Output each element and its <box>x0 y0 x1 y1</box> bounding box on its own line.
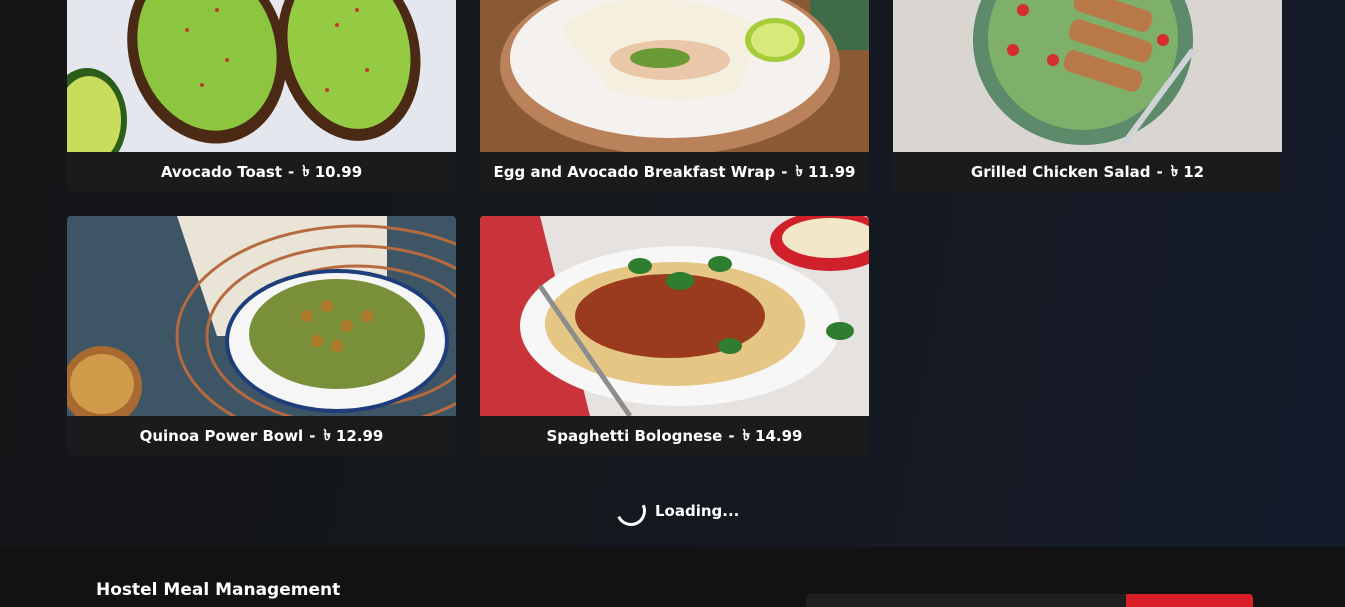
meal-caption: Egg and Avocado Breakfast Wrap - ৳ 11.99 <box>480 152 869 192</box>
avocado-toast-image <box>67 0 456 152</box>
meal-caption: Quinoa Power Bowl - ৳ 12.99 <box>67 416 456 456</box>
currency-symbol: ৳ <box>302 161 310 180</box>
loading-text: Loading... <box>655 502 740 520</box>
meal-separator: - <box>309 427 316 445</box>
newsletter-form <box>806 594 1253 607</box>
quinoa-bowl-image <box>67 216 456 416</box>
meal-price: 14.99 <box>755 427 803 445</box>
meal-caption: Avocado Toast - ৳ 10.99 <box>67 152 456 192</box>
currency-symbol: ৳ <box>323 425 331 444</box>
meal-card[interactable]: Egg and Avocado Breakfast Wrap - ৳ 11.99 <box>480 0 869 192</box>
newsletter-email-input[interactable] <box>806 594 1126 607</box>
meal-card[interactable]: Quinoa Power Bowl - ৳ 12.99 <box>67 216 456 456</box>
meal-separator: - <box>781 163 788 181</box>
breakfast-wrap-image <box>480 0 869 152</box>
footer-title: Hostel Meal Management <box>96 580 341 600</box>
meal-name: Quinoa Power Bowl <box>139 427 304 445</box>
main-content: Avocado Toast - ৳ 10.99 Egg and Avocado … <box>0 0 1345 547</box>
loading-indicator: Loading... <box>611 491 740 531</box>
meal-name: Spaghetti Bolognese <box>546 427 723 445</box>
meal-grid: Avocado Toast - ৳ 10.99 Egg and Avocado … <box>67 0 1282 460</box>
meal-caption: Grilled Chicken Salad - ৳ 12 <box>893 152 1282 192</box>
meal-separator: - <box>288 163 295 181</box>
chicken-salad-image <box>893 0 1282 152</box>
meal-price: 12 <box>1183 163 1205 181</box>
meal-name: Egg and Avocado Breakfast Wrap <box>493 163 776 181</box>
meal-card[interactable]: Avocado Toast - ৳ 10.99 <box>67 0 456 192</box>
meal-price: 12.99 <box>335 427 384 445</box>
currency-symbol: ৳ <box>795 161 803 180</box>
currency-symbol: ৳ <box>742 425 751 444</box>
currency-symbol: ৳ <box>1170 161 1179 180</box>
newsletter-submit-button[interactable] <box>1126 594 1253 607</box>
meal-price: 10.99 <box>314 163 363 181</box>
meal-separator: - <box>1156 163 1163 181</box>
meal-name: Grilled Chicken Salad <box>970 163 1151 181</box>
meal-name: Avocado Toast <box>160 163 283 181</box>
meal-price: 11.99 <box>808 163 856 181</box>
spinner-icon <box>611 491 651 531</box>
meal-card[interactable]: Spaghetti Bolognese - ৳ 14.99 <box>480 216 869 456</box>
footer: Hostel Meal Management <box>0 547 1345 607</box>
meal-caption: Spaghetti Bolognese - ৳ 14.99 <box>480 416 869 456</box>
spaghetti-image <box>480 216 869 416</box>
meal-card[interactable]: Grilled Chicken Salad - ৳ 12 <box>893 0 1282 192</box>
meal-separator: - <box>728 427 735 445</box>
